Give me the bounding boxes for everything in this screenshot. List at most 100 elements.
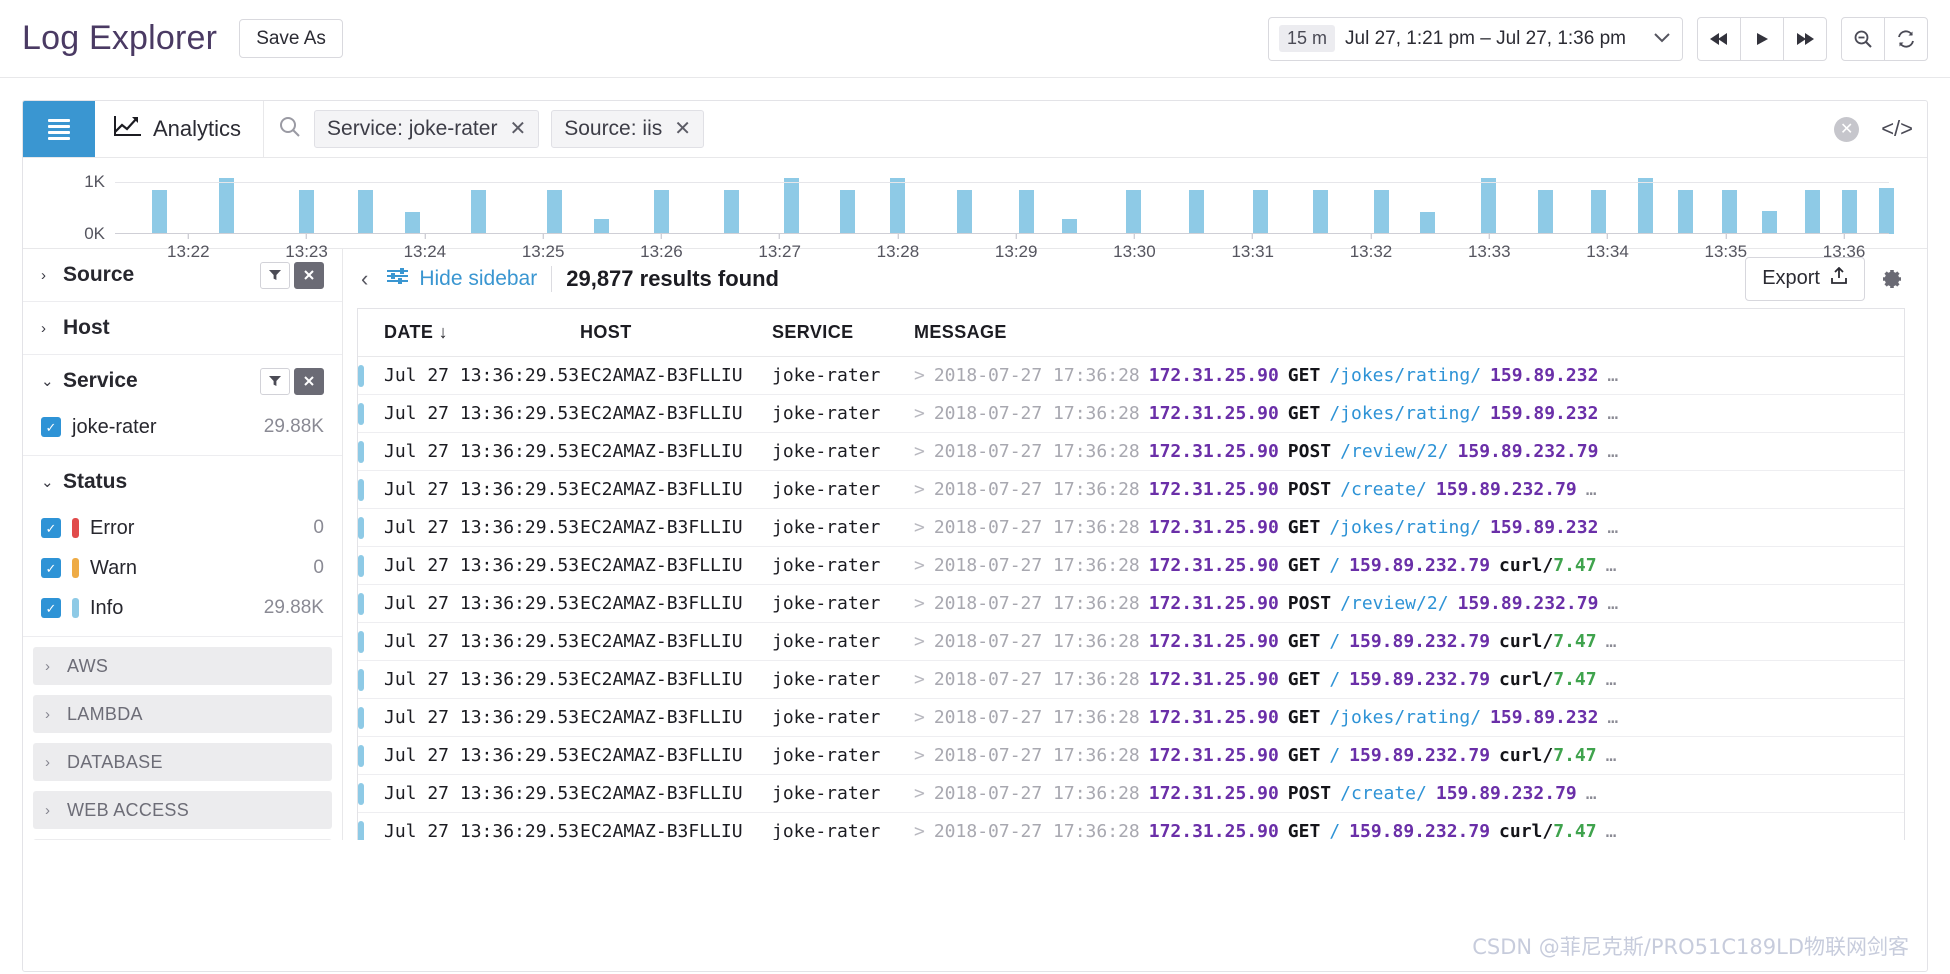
- histogram-bar[interactable]: [784, 177, 800, 234]
- rewind-button[interactable]: [1697, 16, 1741, 61]
- histogram-bar[interactable]: [1189, 189, 1205, 234]
- facet-header-host[interactable]: › Host: [41, 302, 324, 354]
- expand-row-icon[interactable]: >: [914, 669, 925, 690]
- table-row[interactable]: Jul 27 13:36:29.536 EC2AMAZ-B3FLLIU joke-r…: [358, 812, 1904, 840]
- time-range-picker[interactable]: 15 m Jul 27, 1:21 pm – Jul 27, 1:36 pm: [1268, 16, 1683, 61]
- histogram-bar[interactable]: [1253, 189, 1269, 234]
- funnel-icon[interactable]: [260, 367, 290, 395]
- histogram-bar[interactable]: [1420, 211, 1436, 234]
- histogram-bar[interactable]: [404, 211, 420, 234]
- table-row[interactable]: Jul 27 13:36:29.536 EC2AMAZ-B3FLLIU joke-r…: [358, 736, 1904, 775]
- funnel-icon[interactable]: [260, 261, 290, 289]
- close-icon[interactable]: ✕: [674, 119, 691, 139]
- expand-row-icon[interactable]: >: [914, 479, 925, 500]
- settings-button[interactable]: [1879, 266, 1905, 292]
- expand-row-icon[interactable]: >: [914, 403, 925, 424]
- histogram-bar[interactable]: [1373, 189, 1389, 234]
- histogram-bar[interactable]: [889, 178, 905, 234]
- histogram-bar[interactable]: [956, 189, 972, 234]
- histogram-bar[interactable]: [1678, 189, 1694, 234]
- histogram-bar[interactable]: [1805, 189, 1821, 234]
- expand-row-icon[interactable]: >: [914, 593, 925, 614]
- filter-chip-service[interactable]: Service: joke-rater ✕: [314, 110, 540, 148]
- table-row[interactable]: Jul 27 13:36:29.536 EC2AMAZ-B3FLLIU joke-r…: [358, 432, 1904, 471]
- table-row[interactable]: Jul 27 13:36:29.536 EC2AMAZ-B3FLLIU joke-r…: [358, 394, 1904, 433]
- clear-search-icon[interactable]: ✕: [1834, 116, 1860, 142]
- tab-analytics[interactable]: Analytics: [95, 101, 265, 157]
- column-message[interactable]: MESSAGE: [914, 309, 1904, 357]
- facet-group-aws[interactable]: › AWS: [33, 647, 332, 685]
- histogram-bar[interactable]: [593, 218, 609, 234]
- expand-row-icon[interactable]: >: [914, 707, 925, 728]
- expand-row-icon[interactable]: >: [914, 555, 925, 576]
- expand-row-icon[interactable]: >: [914, 365, 925, 386]
- histogram-bar[interactable]: [1591, 189, 1607, 234]
- table-row[interactable]: Jul 27 13:36:29.536 EC2AMAZ-B3FLLIU joke-r…: [358, 584, 1904, 623]
- facet-group-database[interactable]: › DATABASE: [33, 743, 332, 781]
- histogram-bar[interactable]: [357, 189, 373, 234]
- facet-header-status[interactable]: ⌄ Status: [41, 456, 324, 508]
- column-host[interactable]: HOST: [580, 309, 772, 357]
- checkbox-checked-icon[interactable]: ✓: [41, 558, 61, 578]
- histogram-bar[interactable]: [1018, 189, 1034, 234]
- facet-item[interactable]: ✓ Info 29.88K: [41, 588, 324, 628]
- facet-item[interactable]: ✓ Error 0: [41, 508, 324, 548]
- hide-sidebar-button[interactable]: Hide sidebar: [386, 266, 537, 292]
- forward-button[interactable]: [1783, 16, 1827, 61]
- histogram-bar[interactable]: [653, 189, 669, 234]
- histogram-bar[interactable]: [218, 178, 234, 234]
- table-row[interactable]: Jul 27 13:36:29.536 EC2AMAZ-B3FLLIU joke-r…: [358, 470, 1904, 509]
- histogram-bar[interactable]: [724, 189, 740, 234]
- histogram-bar[interactable]: [1761, 211, 1777, 234]
- refresh-button[interactable]: [1884, 16, 1928, 61]
- search-input[interactable]: Service: joke-rater ✕ Source: iis ✕ ✕: [264, 101, 1873, 157]
- histogram-bar[interactable]: [1125, 189, 1141, 234]
- zoom-out-button[interactable]: [1841, 16, 1885, 61]
- histogram-bar[interactable]: [1637, 178, 1653, 234]
- checkbox-checked-icon[interactable]: ✓: [41, 518, 61, 538]
- table-row[interactable]: Jul 27 13:36:29.536 EC2AMAZ-B3FLLIU joke-r…: [358, 508, 1904, 547]
- table-row[interactable]: Jul 27 13:36:29.536 EC2AMAZ-B3FLLIU joke-r…: [358, 698, 1904, 737]
- expand-row-icon[interactable]: >: [914, 821, 925, 840]
- table-row[interactable]: Jul 27 13:36:29.536 EC2AMAZ-B3FLLIU joke-r…: [358, 546, 1904, 585]
- expand-row-icon[interactable]: >: [914, 783, 925, 804]
- table-row[interactable]: Jul 27 13:36:29.536 EC2AMAZ-B3FLLIU joke-r…: [358, 356, 1904, 395]
- facet-header-service[interactable]: ⌄ Service: [41, 355, 324, 407]
- facet-group-seo[interactable]: ›SEO: [33, 839, 332, 840]
- histogram-bar[interactable]: [471, 189, 487, 234]
- close-box-icon[interactable]: [294, 367, 324, 395]
- histogram-bar[interactable]: [1537, 189, 1553, 234]
- chevron-left-icon[interactable]: ‹: [357, 266, 372, 292]
- code-view-toggle[interactable]: </>: [1873, 101, 1927, 157]
- histogram-bar[interactable]: [299, 189, 315, 234]
- table-row[interactable]: Jul 27 13:36:29.536 EC2AMAZ-B3FLLIU joke-r…: [358, 622, 1904, 661]
- histogram-bar[interactable]: [839, 189, 855, 234]
- expand-row-icon[interactable]: >: [914, 441, 925, 462]
- expand-row-icon[interactable]: >: [914, 745, 925, 766]
- table-row[interactable]: Jul 27 13:36:29.536 EC2AMAZ-B3FLLIU joke-r…: [358, 774, 1904, 813]
- facet-item[interactable]: ✓ joke-rater 29.88K: [41, 407, 324, 447]
- table-row[interactable]: Jul 27 13:36:29.536 EC2AMAZ-B3FLLIU joke-r…: [358, 660, 1904, 699]
- histogram-bar[interactable]: [1878, 187, 1894, 234]
- facet-group-web-access[interactable]: › WEB ACCESS: [33, 791, 332, 829]
- histogram-bar[interactable]: [546, 189, 562, 234]
- histogram-bar[interactable]: [1842, 189, 1858, 234]
- column-date[interactable]: DATE ↓: [384, 309, 580, 357]
- list-view-toggle[interactable]: [23, 101, 95, 157]
- close-box-icon[interactable]: [294, 261, 324, 289]
- column-service[interactable]: SERVICE: [772, 309, 914, 357]
- expand-row-icon[interactable]: >: [914, 631, 925, 652]
- export-button[interactable]: Export: [1745, 256, 1865, 301]
- expand-row-icon[interactable]: >: [914, 517, 925, 538]
- histogram-bar[interactable]: [1062, 218, 1078, 234]
- histogram-bar[interactable]: [1480, 178, 1496, 234]
- facet-group-lambda[interactable]: › LAMBDA: [33, 695, 332, 733]
- histogram-bar[interactable]: [1313, 189, 1329, 234]
- checkbox-checked-icon[interactable]: ✓: [41, 598, 61, 618]
- histogram-bar[interactable]: [1721, 189, 1737, 234]
- filter-chip-source[interactable]: Source: iis ✕: [551, 110, 705, 148]
- histogram-bar[interactable]: [151, 189, 167, 234]
- close-icon[interactable]: ✕: [509, 119, 526, 139]
- checkbox-checked-icon[interactable]: ✓: [41, 417, 61, 437]
- save-as-button[interactable]: Save As: [239, 19, 343, 58]
